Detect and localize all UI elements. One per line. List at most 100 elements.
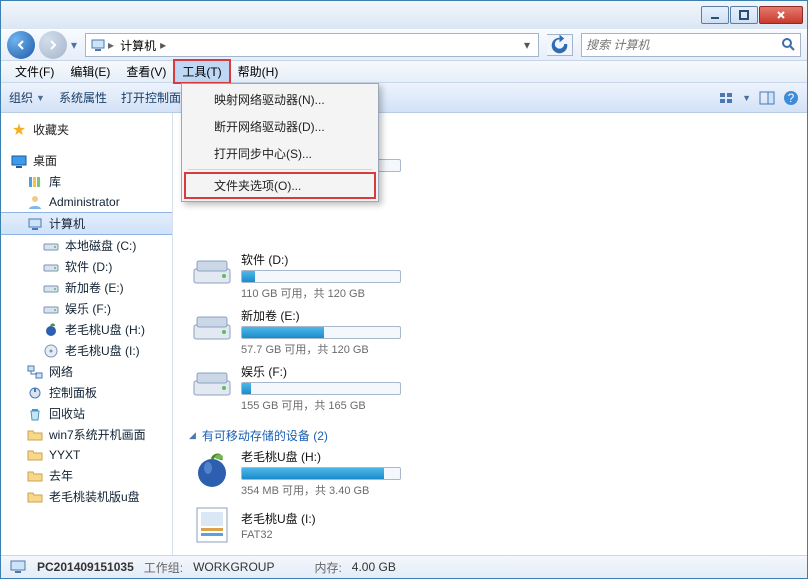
drive-e-info: 57.7 GB 可用，共 120 GB bbox=[241, 341, 491, 357]
group-other[interactable]: ◢其他 (2) bbox=[185, 554, 795, 555]
drive-d-info: 110 GB 可用，共 120 GB bbox=[241, 285, 491, 301]
hdd-large-icon bbox=[191, 307, 233, 349]
sidebar-lmt-i[interactable]: 老毛桃U盘 (I:) bbox=[1, 340, 172, 361]
toolbar: 组织▼ 系统属性 打开控制面板 ▼ ? bbox=[1, 83, 807, 113]
library-icon bbox=[27, 174, 43, 190]
menu-map-network-drive[interactable]: 映射网络驱动器(N)... bbox=[184, 86, 376, 113]
sidebar-computer[interactable]: 计算机 bbox=[1, 212, 172, 235]
menu-view[interactable]: 查看(V) bbox=[118, 60, 174, 83]
drive-i[interactable]: 老毛桃U盘 (I:) FAT32 bbox=[191, 504, 491, 546]
menu-disconnect-network-drive[interactable]: 断开网络驱动器(D)... bbox=[184, 113, 376, 140]
drive-d-bar bbox=[241, 270, 401, 283]
address-bar[interactable]: ▸ 计算机 ▸ ▾ bbox=[85, 33, 539, 57]
hdd-icon bbox=[43, 259, 59, 275]
drive-d[interactable]: 软件 (D:) 110 GB 可用，共 120 GB bbox=[191, 251, 491, 301]
toolbar-organize[interactable]: 组织▼ bbox=[9, 89, 45, 106]
nav-history-dropdown[interactable]: ▾ bbox=[71, 38, 77, 52]
toolbar-help-icon[interactable]: ? bbox=[783, 90, 799, 106]
sidebar-local-disk-c[interactable]: 本地磁盘 (C:) bbox=[1, 235, 172, 256]
statusbar: PC201409151035 工作组: WORKGROUP 内存: 4.00 G… bbox=[1, 555, 807, 578]
sidebar-newvol-e[interactable]: 新加卷 (E:) bbox=[1, 277, 172, 298]
toolbar-system-properties[interactable]: 系统属性 bbox=[59, 89, 107, 106]
status-pcname: PC201409151035 bbox=[37, 560, 134, 574]
menu-separator bbox=[188, 169, 372, 170]
menu-open-sync-center[interactable]: 打开同步中心(S)... bbox=[184, 140, 376, 167]
drive-h-info: 354 MB 可用，共 3.40 GB bbox=[241, 482, 491, 498]
recycle-icon bbox=[27, 406, 43, 422]
sidebar-soft-d[interactable]: 软件 (D:) bbox=[1, 256, 172, 277]
search-icon[interactable] bbox=[780, 36, 796, 55]
minimize-button[interactable] bbox=[701, 6, 729, 24]
hdd-large-icon bbox=[191, 251, 233, 293]
star-icon: ★ bbox=[11, 122, 27, 138]
drive-e[interactable]: 新加卷 (E:) 57.7 GB 可用，共 120 GB bbox=[191, 307, 491, 357]
address-separator: ▸ bbox=[106, 38, 116, 52]
menu-folder-options[interactable]: 文件夹选项(O)... bbox=[184, 172, 376, 199]
hdd-icon bbox=[43, 238, 59, 254]
drive-f-name: 娱乐 (F:) bbox=[241, 363, 491, 382]
nav-forward-button[interactable] bbox=[39, 31, 67, 59]
sidebar-network[interactable]: 网络 bbox=[1, 361, 172, 382]
sidebar-control-panel[interactable]: 控制面板 bbox=[1, 382, 172, 403]
group-removable[interactable]: ◢有可移动存储的设备 (2) bbox=[185, 421, 795, 448]
folder-icon bbox=[27, 468, 43, 484]
drive-f-bar bbox=[241, 382, 401, 395]
sidebar-administrator[interactable]: Administrator bbox=[1, 192, 172, 212]
sidebar-ent-f[interactable]: 娱乐 (F:) bbox=[1, 298, 172, 319]
sidebar[interactable]: ★收藏夹 桌面 库 Administrator 计算机 本地磁盘 (C:) 软件… bbox=[1, 113, 173, 555]
sidebar-win7boot[interactable]: win7系统开机画面 bbox=[1, 424, 172, 445]
toolbar-preview-pane[interactable] bbox=[759, 90, 775, 106]
drive-h-bar bbox=[241, 467, 401, 480]
menu-help[interactable]: 帮助(H) bbox=[230, 60, 287, 83]
close-button[interactable] bbox=[759, 6, 803, 24]
drive-h-name: 老毛桃U盘 (H:) bbox=[241, 448, 491, 467]
menu-file[interactable]: 文件(F) bbox=[7, 60, 62, 83]
menubar: 文件(F) 编辑(E) 查看(V) 工具(T) 帮助(H) bbox=[1, 61, 807, 83]
drive-h[interactable]: 老毛桃U盘 (H:) 354 MB 可用，共 3.40 GB bbox=[191, 448, 491, 498]
peach-icon bbox=[43, 322, 59, 338]
tools-dropdown: 映射网络驱动器(N)... 断开网络驱动器(D)... 打开同步中心(S)...… bbox=[181, 83, 379, 202]
toolbar-view-chevron[interactable]: ▼ bbox=[742, 93, 751, 103]
sidebar-libraries[interactable]: 库 bbox=[1, 171, 172, 192]
sidebar-yyxt[interactable]: YYXT bbox=[1, 445, 172, 465]
drive-e-name: 新加卷 (E:) bbox=[241, 307, 491, 326]
drive-e-bar bbox=[241, 326, 401, 339]
status-mem: 4.00 GB bbox=[352, 560, 396, 574]
cpanel-icon bbox=[27, 385, 43, 401]
nav-back-button[interactable] bbox=[7, 31, 35, 59]
drive-d-name: 软件 (D:) bbox=[241, 251, 491, 270]
drive-f[interactable]: 娱乐 (F:) 155 GB 可用，共 165 GB bbox=[191, 363, 491, 413]
sidebar-favorites[interactable]: ★收藏夹 bbox=[1, 119, 172, 140]
network-icon bbox=[27, 364, 43, 380]
user-icon bbox=[27, 194, 43, 210]
sidebar-lastyear[interactable]: 去年 bbox=[1, 465, 172, 486]
collapse-icon: ◢ bbox=[189, 430, 196, 441]
maximize-button[interactable] bbox=[730, 6, 758, 24]
menu-tools[interactable]: 工具(T) bbox=[174, 60, 229, 83]
desktop-icon bbox=[11, 153, 27, 169]
folder-icon bbox=[27, 427, 43, 443]
sidebar-lmt-h[interactable]: 老毛桃U盘 (H:) bbox=[1, 319, 172, 340]
sidebar-lmt-installer[interactable]: 老毛桃装机版u盘 bbox=[1, 486, 172, 507]
status-workgroup: WORKGROUP bbox=[193, 560, 274, 574]
disc-large-icon bbox=[191, 504, 233, 546]
menu-edit[interactable]: 编辑(E) bbox=[62, 60, 118, 83]
refresh-button[interactable] bbox=[547, 34, 573, 56]
breadcrumb-separator[interactable]: ▸ bbox=[160, 38, 166, 52]
drive-i-name: 老毛桃U盘 (I:) bbox=[241, 510, 491, 529]
svg-text:?: ? bbox=[788, 91, 795, 105]
search-box[interactable] bbox=[581, 33, 801, 57]
drive-f-info: 155 GB 可用，共 165 GB bbox=[241, 397, 491, 413]
disc-icon bbox=[43, 343, 59, 359]
search-input[interactable] bbox=[586, 38, 780, 52]
address-dropdown-icon[interactable]: ▾ bbox=[520, 38, 534, 52]
sidebar-desktop[interactable]: 桌面 bbox=[1, 150, 172, 171]
computer-icon bbox=[90, 37, 106, 53]
titlebar bbox=[1, 1, 807, 29]
folder-icon bbox=[27, 489, 43, 505]
breadcrumb-computer[interactable]: 计算机 bbox=[116, 37, 160, 54]
computer-icon bbox=[27, 216, 43, 232]
sidebar-recycle-bin[interactable]: 回收站 bbox=[1, 403, 172, 424]
toolbar-view-dropdown[interactable] bbox=[718, 90, 734, 106]
hdd-icon bbox=[43, 280, 59, 296]
